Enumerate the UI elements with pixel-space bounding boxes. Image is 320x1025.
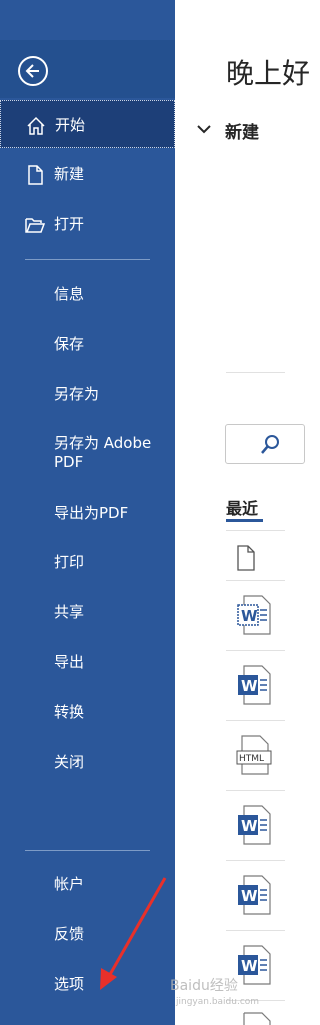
nav-info-label: 信息 [54, 285, 85, 303]
watermark-brand: Baidu经验 [170, 978, 238, 994]
nav-new-label: 新建 [54, 165, 85, 183]
nav-export-pdf[interactable]: 导出为PDF [0, 489, 175, 537]
nav-home[interactable]: 开始 [0, 100, 175, 148]
nav-export-pdf-label: 导出为PDF [54, 504, 129, 522]
row-divider [226, 930, 285, 931]
html-file-icon[interactable]: HTML [236, 735, 272, 775]
word-template-icon[interactable]: W [236, 595, 272, 635]
document-type-icon [237, 545, 255, 571]
svg-text:W: W [241, 607, 258, 625]
row-divider [226, 580, 285, 581]
baidu-watermark: Baidu经验 jingyan.baidu.com [170, 975, 259, 1007]
sidebar-divider-bottom [25, 850, 150, 851]
nav-options-label: 选项 [54, 975, 85, 993]
nav-home-label: 开始 [55, 116, 86, 134]
nav-transform-label: 转换 [54, 703, 85, 721]
back-arrow-icon [25, 64, 39, 78]
new-document-icon [28, 165, 43, 185]
svg-text:HTML: HTML [239, 754, 264, 764]
tab-recent[interactable]: 最近 [226, 495, 258, 519]
word-document-icon[interactable]: W [236, 945, 272, 985]
sidebar-divider [25, 259, 150, 260]
svg-text:W: W [241, 817, 258, 835]
new-section-label: 新建 [225, 123, 259, 143]
row-divider [226, 860, 285, 861]
nav-close-label: 关闭 [54, 753, 85, 771]
section-divider [226, 372, 285, 373]
search-input[interactable] [225, 424, 305, 464]
nav-feedback-label: 反馈 [54, 925, 85, 943]
nav-transform[interactable]: 转换 [0, 688, 175, 736]
back-button[interactable] [18, 56, 48, 86]
nav-new[interactable]: 新建 [0, 150, 175, 198]
watermark-url: jingyan.baidu.com [176, 997, 260, 1007]
tab-recent-underline [226, 519, 263, 522]
word-document-icon[interactable]: W [236, 805, 272, 845]
nav-info[interactable]: 信息 [0, 270, 175, 318]
svg-text:W: W [241, 957, 258, 975]
nav-feedback[interactable]: 反馈 [0, 910, 175, 958]
row-divider [226, 720, 285, 721]
nav-share-label: 共享 [54, 603, 85, 621]
word-document-icon[interactable]: W [236, 665, 272, 705]
nav-open[interactable]: 打开 [0, 200, 175, 248]
row-divider [226, 790, 285, 791]
nav-save-as-adobe-pdf[interactable]: 另存为 Adobe PDF [0, 428, 175, 478]
nav-save-as[interactable]: 另存为 [0, 370, 175, 418]
document-type-icon [243, 1012, 271, 1025]
svg-text:W: W [241, 677, 258, 695]
folder-open-icon [25, 218, 46, 233]
recent-header-divider [226, 530, 285, 531]
chevron-down-icon [197, 125, 211, 134]
nav-export[interactable]: 导出 [0, 638, 175, 686]
nav-account[interactable]: 帐户 [0, 860, 175, 908]
nav-close[interactable]: 关闭 [0, 738, 175, 786]
svg-text:W: W [241, 887, 258, 905]
search-icon [261, 435, 279, 454]
nav-save[interactable]: 保存 [0, 320, 175, 368]
home-icon [27, 116, 45, 135]
nav-options[interactable]: 选项 [0, 960, 175, 1008]
nav-export-label: 导出 [54, 653, 85, 671]
nav-share[interactable]: 共享 [0, 588, 175, 636]
row-divider [226, 650, 285, 651]
backstage-sidebar: 开始 新建 打开 信息 保存 另存为 另存为 Adobe PDF 导出为PDF … [0, 0, 175, 1025]
nav-print[interactable]: 打印 [0, 538, 175, 586]
nav-save-as-adobe-pdf-label: 另存为 Adobe PDF [54, 434, 152, 471]
greeting-title: 晚上好 [226, 57, 311, 90]
nav-print-label: 打印 [54, 553, 85, 571]
nav-save-as-label: 另存为 [54, 385, 100, 403]
nav-open-label: 打开 [54, 215, 85, 233]
nav-save-label: 保存 [54, 335, 85, 353]
nav-account-label: 帐户 [54, 875, 85, 893]
word-document-icon[interactable]: W [236, 875, 272, 915]
